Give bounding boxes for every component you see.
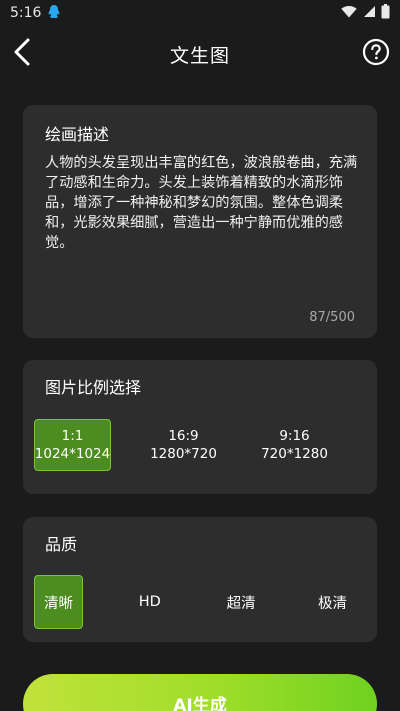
quality-option-clear[interactable]: 清晰 <box>34 575 83 629</box>
ratio-card: 图片比例选择 1:1 1024*1024 16:9 1280*720 9:16 … <box>23 360 377 494</box>
ratio-value: 16:9 <box>168 428 199 444</box>
top-bar: 文生图 <box>0 26 400 82</box>
ratio-value: 1:1 <box>61 428 84 444</box>
status-time: 5:16 <box>10 5 42 21</box>
status-right <box>341 3 390 23</box>
ratio-option-16-9[interactable]: 16:9 1280*720 <box>145 419 222 471</box>
quality-card: 品质 清晰 HD 超清 极清 <box>23 517 377 642</box>
description-textarea[interactable]: 人物的头发呈现出丰富的红色，波浪般卷曲，充满了动感和生命力。头发上装饰着精致的水… <box>45 153 361 253</box>
description-label: 绘画描述 <box>45 125 110 144</box>
help-button[interactable] <box>362 38 390 70</box>
ai-generate-button[interactable]: AI生成 <box>23 674 377 711</box>
generate-label: AI生成 <box>173 696 227 711</box>
quality-options: 清晰 HD 超清 极清 <box>34 575 366 629</box>
back-button[interactable] <box>6 38 38 70</box>
quality-option-ultra[interactable]: 超清 <box>217 575 266 629</box>
battery-icon <box>381 3 390 23</box>
quality-label: 品质 <box>45 535 78 554</box>
signal-icon <box>362 5 376 22</box>
character-count: 87/500 <box>309 310 355 325</box>
qq-notification-icon <box>47 4 61 23</box>
quality-option-extreme[interactable]: 极清 <box>308 575 357 629</box>
ratio-size: 1024*1024 <box>34 446 111 462</box>
status-bar: 5:16 <box>0 0 400 26</box>
description-card: 绘画描述 人物的头发呈现出丰富的红色，波浪般卷曲，充满了动感和生命力。头发上装饰… <box>23 105 377 338</box>
ratio-option-1-1[interactable]: 1:1 1024*1024 <box>34 419 111 471</box>
ratio-option-9-16[interactable]: 9:16 720*1280 <box>256 419 333 471</box>
ratio-label: 图片比例选择 <box>45 378 142 397</box>
question-mark-icon <box>362 38 390 70</box>
wifi-icon <box>341 5 357 22</box>
quality-option-hd[interactable]: HD <box>125 575 174 629</box>
ratio-size: 720*1280 <box>261 446 328 462</box>
back-arrow-icon <box>13 38 31 70</box>
ratio-value: 9:16 <box>279 428 310 444</box>
status-left: 5:16 <box>10 4 61 23</box>
page-title: 文生图 <box>169 44 230 67</box>
ratio-size: 1280*720 <box>150 446 217 462</box>
ratio-options: 1:1 1024*1024 16:9 1280*720 9:16 720*128… <box>34 419 366 471</box>
